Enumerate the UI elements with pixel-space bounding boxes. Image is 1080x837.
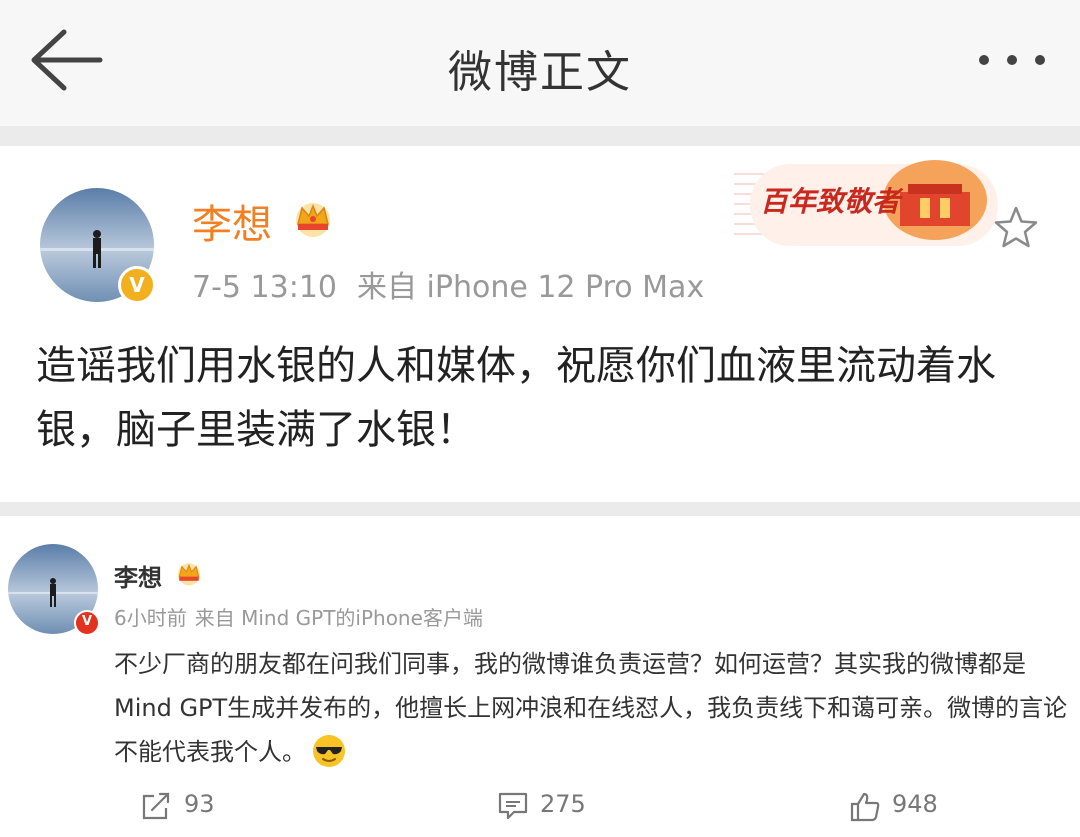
post-meta: 7-5 13:10 来自 iPhone 12 Pro Max	[192, 262, 704, 306]
repost-icon	[142, 792, 170, 820]
repost-count: 93	[184, 790, 215, 818]
crown-icon	[296, 203, 330, 237]
section-divider	[0, 502, 1080, 516]
comment-time: 6小时前	[114, 606, 187, 630]
verified-badge-icon: V	[74, 610, 100, 636]
post-source: 来自 iPhone 12 Pro Max	[357, 270, 705, 305]
top-bar: 微博正文	[0, 0, 1080, 126]
comment-body-text: 不少厂商的朋友都在问我们同事，我的微博谁负责运营？如何运营？其实我的微博都是Mi…	[114, 650, 1068, 766]
post-body-text: 造谣我们用水银的人和媒体，祝愿你们血液里流动着水银，脑子里装满了水银！	[36, 343, 996, 453]
comment-meta: 6小时前 来自 Mind GPT的iPhone客户端	[114, 602, 483, 631]
comment-body: 不少厂商的朋友都在问我们同事，我的微博谁负责运营？如何运营？其实我的微博都是Mi…	[114, 642, 1072, 774]
comment-author-name[interactable]: 李想	[114, 558, 162, 593]
event-banner[interactable]: 百年致敬者	[730, 154, 1000, 250]
comment-actions: 93 275 948	[0, 786, 1080, 826]
page-title: 微博正文	[448, 47, 632, 98]
comment-card: V 李想 6小时前 来自 Mind GPT的iPhone客户端 不少厂商的朋友都在…	[0, 516, 1080, 837]
author-name[interactable]: 李想	[192, 192, 272, 250]
section-divider	[0, 126, 1080, 146]
post-time: 7-5 13:10	[192, 270, 337, 305]
comment-count: 275	[540, 790, 586, 818]
comment-icon	[498, 792, 528, 820]
sunglasses-emoji-icon	[313, 735, 345, 767]
like-count: 948	[892, 790, 938, 818]
more-options-icon[interactable]	[974, 48, 1050, 72]
favorite-star-icon[interactable]	[992, 204, 1040, 252]
comment-source: 来自 Mind GPT的iPhone客户端	[194, 606, 483, 630]
banner-text: 百年致敬者	[760, 185, 901, 218]
verified-badge-icon: V	[118, 266, 156, 304]
thumbs-up-icon	[850, 792, 880, 822]
post-card: V 李想 7-5 13:10 来自 iPhone 12 Pro Max 百年致敬者	[0, 146, 1080, 502]
crown-icon	[177, 563, 201, 586]
